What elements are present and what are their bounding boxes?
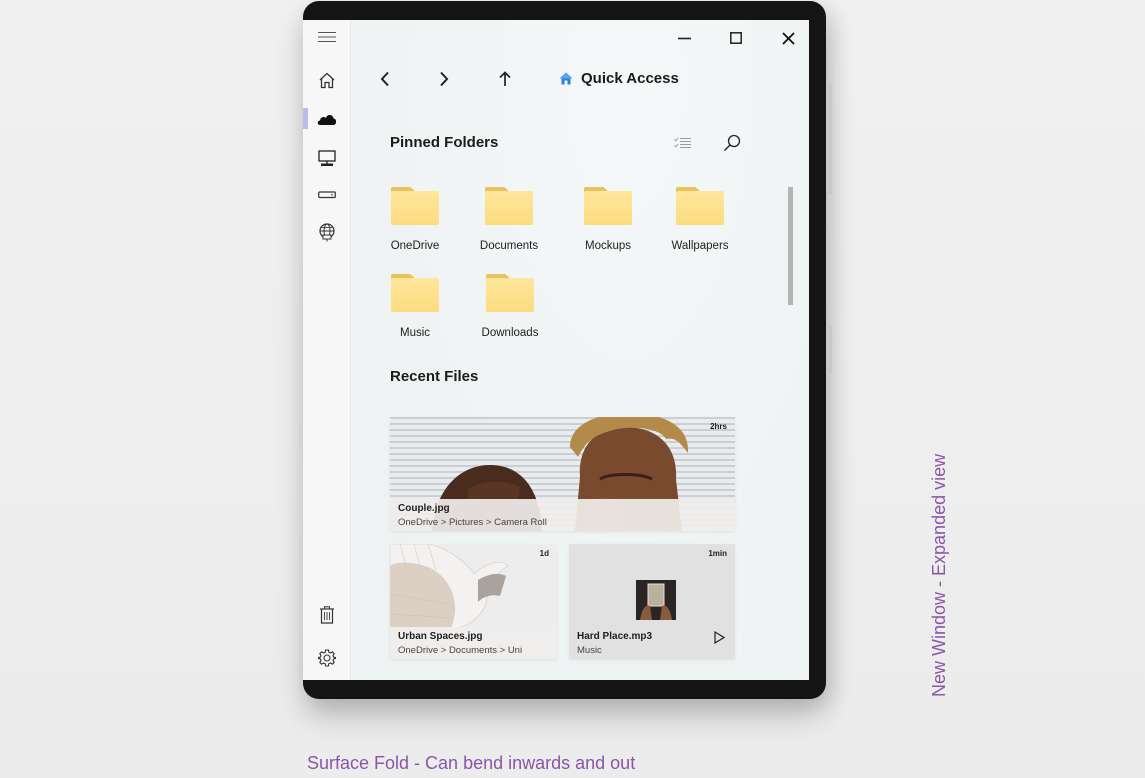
home-icon <box>319 72 334 88</box>
gear-icon <box>317 649 336 667</box>
menu-button[interactable] <box>303 22 350 52</box>
pinned-folders-title: Pinned Folders <box>390 134 499 151</box>
minimize-icon <box>677 37 691 39</box>
file-name: Hard Place.mp3 <box>577 631 653 642</box>
folder-icon <box>391 187 439 225</box>
folder-icon <box>584 187 632 225</box>
file-name: Couple.jpg <box>398 503 450 514</box>
play-button[interactable] <box>714 630 726 649</box>
cloud-icon <box>317 114 336 125</box>
file-age: 1d <box>539 549 549 558</box>
rail-item-network[interactable] <box>303 217 350 247</box>
select-list-button[interactable] <box>671 132 695 154</box>
close-icon <box>781 31 795 45</box>
maximize-icon <box>730 32 742 44</box>
album-art <box>636 580 676 620</box>
folder-label: OneDrive <box>390 240 440 252</box>
file-info: Urban Spaces.jpg OneDrive > Documents > … <box>390 627 557 659</box>
search-icon <box>724 134 741 151</box>
recent-file-card[interactable]: 1d Urban Spaces.jpg OneDrive > Documents… <box>390 544 557 659</box>
main-pane: Quick Access Pinned Folders OneDrive Docu… <box>351 20 809 680</box>
pinned-folder[interactable]: Documents <box>464 186 554 258</box>
file-age: 1min <box>708 549 727 558</box>
recent-files-title: Recent Files <box>390 368 479 385</box>
vertical-scrollbar[interactable] <box>788 187 793 305</box>
file-info: Couple.jpg OneDrive > Pictures > Camera … <box>390 499 735 531</box>
device-hinge <box>828 326 832 374</box>
navigation-rail <box>303 20 351 680</box>
folder-label: Documents <box>479 240 539 252</box>
back-button[interactable] <box>372 68 398 90</box>
folder-label: Music <box>399 327 431 339</box>
chevron-right-icon <box>440 71 449 87</box>
select-list-icon <box>674 137 691 148</box>
file-explorer-window: Quick Access Pinned Folders OneDrive Docu… <box>303 20 809 680</box>
folder-label: Wallpapers <box>671 240 729 252</box>
rail-item-this-pc[interactable] <box>303 143 350 173</box>
forward-button[interactable] <box>431 68 457 90</box>
folder-label: Downloads <box>481 327 539 339</box>
pinned-folder[interactable]: Music <box>370 273 460 345</box>
file-path: Music <box>577 645 602 656</box>
home-icon <box>559 72 573 85</box>
location-title: Quick Access <box>581 70 679 87</box>
file-path: OneDrive > Pictures > Camera Roll <box>398 517 547 528</box>
chevron-left-icon <box>380 71 389 87</box>
rail-item-recycle-bin[interactable] <box>303 600 350 630</box>
maximize-button[interactable] <box>718 28 754 48</box>
rail-item-home[interactable] <box>303 65 350 95</box>
file-name: Urban Spaces.jpg <box>398 631 483 642</box>
recent-file-card[interactable]: 1min Hard Place.mp3 Music <box>569 544 735 659</box>
up-button[interactable] <box>492 68 518 90</box>
location-breadcrumb[interactable]: Quick Access <box>559 70 679 87</box>
pinned-folder[interactable]: Downloads <box>465 273 555 345</box>
arrow-up-icon <box>499 71 511 86</box>
rail-item-settings[interactable] <box>303 643 350 673</box>
rail-item-onedrive[interactable] <box>303 104 350 134</box>
drive-icon <box>317 191 336 199</box>
caption-side: New Window - Expanded view <box>929 453 949 697</box>
folder-icon <box>676 187 724 225</box>
folder-icon <box>486 274 534 312</box>
folder-label: Mockups <box>584 240 632 252</box>
file-age: 2hrs <box>710 422 727 431</box>
trash-icon <box>319 606 334 624</box>
pinned-folder[interactable]: Wallpapers <box>655 186 745 258</box>
search-button[interactable] <box>720 132 744 154</box>
minimize-button[interactable] <box>666 28 702 48</box>
rail-item-drive[interactable] <box>303 180 350 210</box>
recent-file-card[interactable]: 2hrs Couple.jpg OneDrive > Pictures > Ca… <box>390 417 735 531</box>
network-icon <box>318 222 335 241</box>
folder-icon <box>391 274 439 312</box>
pinned-folder[interactable]: Mockups <box>563 186 653 258</box>
monitor-icon <box>317 149 336 166</box>
pinned-folder[interactable]: OneDrive <box>370 186 460 258</box>
device-hinge <box>828 84 832 194</box>
hamburger-icon <box>317 32 336 42</box>
file-info: Hard Place.mp3 Music <box>569 627 735 659</box>
close-button[interactable] <box>770 28 806 48</box>
file-path: OneDrive > Documents > Uni <box>398 645 523 656</box>
folder-icon <box>485 187 533 225</box>
play-icon <box>714 630 726 645</box>
caption-bottom: Surface Fold - Can bend inwards and out <box>307 753 636 773</box>
